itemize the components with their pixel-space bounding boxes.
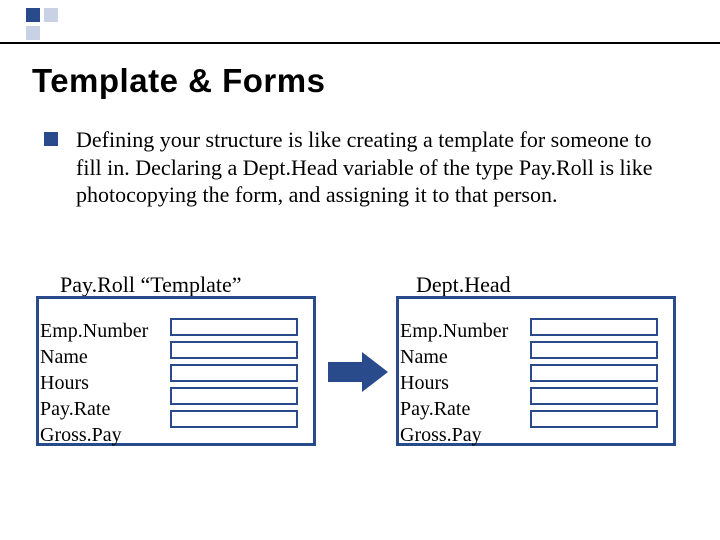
arrow-body (328, 362, 362, 382)
blank-box (170, 364, 298, 382)
blank-box (530, 341, 658, 359)
form-title-left: Pay.Roll “Template” (60, 272, 242, 298)
field-blanks-left (170, 318, 298, 433)
field-blanks-right (530, 318, 658, 433)
field-labels-right: Emp.Number Name Hours Pay.Rate Gross.Pay (400, 318, 508, 448)
field-label: Gross.Pay (400, 422, 508, 448)
blank-box (170, 318, 298, 336)
blank-box (530, 318, 658, 336)
field-label: Gross.Pay (40, 422, 148, 448)
square-icon (26, 26, 40, 40)
field-label: Pay.Rate (400, 396, 508, 422)
field-label: Emp.Number (40, 318, 148, 344)
blank-box (530, 387, 658, 405)
arrow-icon (328, 352, 388, 392)
field-labels-left: Emp.Number Name Hours Pay.Rate Gross.Pay (40, 318, 148, 448)
field-label: Pay.Rate (40, 396, 148, 422)
field-label: Name (400, 344, 508, 370)
form-title-right: Dept.Head (416, 272, 511, 298)
field-label: Emp.Number (400, 318, 508, 344)
slide-title: Template & Forms (32, 62, 325, 100)
square-icon (44, 8, 58, 22)
divider (0, 42, 720, 44)
blank-box (170, 341, 298, 359)
arrow-head (362, 352, 388, 392)
blank-box (170, 410, 298, 428)
bullet-text: Defining your structure is like creating… (76, 126, 674, 209)
field-label: Hours (40, 370, 148, 396)
field-label: Hours (400, 370, 508, 396)
field-label: Name (40, 344, 148, 370)
square-icon (26, 8, 40, 22)
blank-box (170, 387, 298, 405)
bullet-icon (44, 132, 58, 146)
blank-box (530, 410, 658, 428)
bullet-item: Defining your structure is like creating… (44, 126, 674, 209)
slide: Template & Forms Defining your structure… (0, 0, 720, 540)
blank-box (530, 364, 658, 382)
